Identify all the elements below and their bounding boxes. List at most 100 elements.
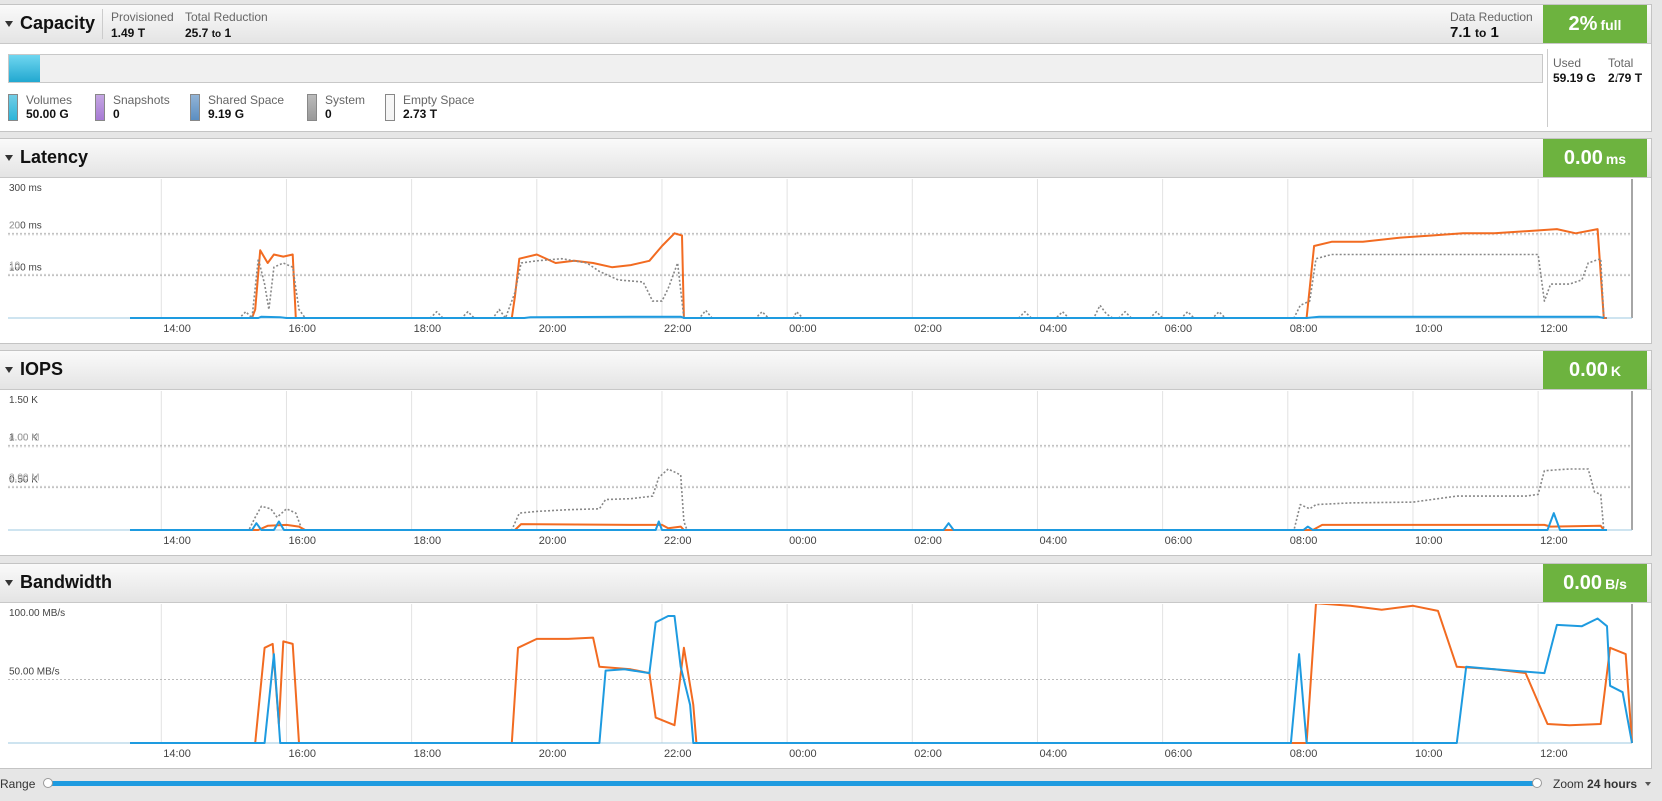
x-tick-label: 10:00: [1415, 748, 1443, 760]
legend-label: Snapshots: [113, 93, 170, 107]
y2-tick-label: 10: [9, 260, 21, 271]
data-reduction-value: 7.1 to 1: [1450, 24, 1499, 41]
bandwidth-current-badge: 0.00 B/s: [1543, 564, 1647, 602]
range-start-handle[interactable]: [43, 778, 53, 788]
latency-current-value: 0.00: [1563, 147, 1603, 169]
x-tick-label: 10:00: [1415, 323, 1443, 335]
legend-swatch-empty-space: [385, 94, 395, 121]
x-tick-label: 08:00: [1290, 748, 1318, 760]
x-tick-label: 14:00: [163, 323, 191, 335]
legend-swatch-volumes: [8, 94, 18, 121]
x-tick-label: 22:00: [664, 535, 692, 547]
latency-current-badge: 0.00 ms: [1543, 139, 1647, 177]
x-tick-label: 18:00: [414, 535, 442, 547]
zoom-dropdown-icon[interactable]: [1645, 782, 1651, 786]
y-tick-label: 100.00 MB/s: [9, 608, 65, 619]
x-tick-label: 20:00: [539, 323, 567, 335]
used-label: Used: [1553, 56, 1582, 70]
range-track[interactable]: [47, 781, 1541, 786]
range-label: Range: [0, 777, 36, 791]
x-tick-label: 00:00: [789, 323, 817, 335]
x-tick-label: 18:00: [414, 323, 442, 335]
legend-value: 0: [113, 107, 120, 121]
iops-chart[interactable]: 1.50 K1.00 K0.50 K4.00 M2.00 M14:00 16:00…: [0, 391, 1652, 557]
iops-header[interactable]: IOPS 0.00 K: [0, 351, 1651, 390]
bandwidth-title: Bandwidth: [20, 572, 112, 592]
bandwidth-current-value: 0.00: [1563, 572, 1603, 594]
x-tick-label: 14:00: [163, 535, 191, 547]
x-tick-label: 04:00: [1039, 323, 1067, 335]
collapse-triangle-icon[interactable]: [5, 155, 13, 161]
latency-title: Latency: [20, 147, 89, 167]
collapse-triangle-icon[interactable]: [5, 367, 13, 373]
latency-chart[interactable]: 300 ms200 ms100 ms201014:00 16:00 18:00 20:…: [0, 179, 1652, 345]
x-tick-label: 00:00: [789, 535, 817, 547]
latency-panel: Latency 0.00 ms 300 ms 200 ms 100 ms 20 10 14:…: [0, 138, 1652, 344]
y2-tick-label: 20: [9, 221, 21, 232]
x-tick-label: 02:00: [914, 535, 942, 547]
data-reduction-label: Data Reduction: [1450, 10, 1533, 24]
x-tick-label: 02:00: [914, 323, 942, 335]
bandwidth-panel: Bandwidth 0.00 B/s 100.00 MB/s 50.00 MB/s 1…: [0, 563, 1652, 769]
capacity-panel: Capacity Provisioned 1.49 T Total Reduct…: [0, 4, 1652, 132]
zoom-control[interactable]: Zoom 24 hours: [1553, 777, 1637, 791]
range-end-handle[interactable]: [1532, 778, 1542, 788]
x-tick-label: 02:00: [914, 748, 942, 760]
x-tick-label: 00:00: [789, 748, 817, 760]
capacity-bar: [8, 54, 1543, 83]
capacity-header[interactable]: Capacity Provisioned 1.49 T Total Reduct…: [0, 5, 1651, 44]
legend-swatch-shared-space: [190, 94, 200, 121]
iops-panel: IOPS 0.00 K 1.50 K 1.00 K 0.50 K 4.00 M 2.00 …: [0, 350, 1652, 556]
collapse-triangle-icon[interactable]: [5, 21, 13, 27]
latency-current-unit: ms: [1605, 151, 1627, 167]
legend-value: 9.19 G: [208, 107, 245, 121]
legend-label: Shared Space: [208, 93, 285, 107]
percent-full-badge: 2% full: [1543, 5, 1647, 43]
iops-current-badge: 0.00 K: [1543, 351, 1647, 389]
x-tick-label: 22:00: [664, 323, 692, 335]
legend-value: 50.00 G: [26, 107, 69, 121]
bandwidth-chart[interactable]: 100.00 MB/s 50.00 MB/s 14:00 16:00 18:00 20:0…: [0, 604, 1652, 770]
x-tick-label: 10:00: [1415, 535, 1443, 547]
series-line-0: [130, 604, 1633, 744]
legend-swatch-snapshots: [95, 94, 105, 121]
x-tick-label: 12:00: [1540, 748, 1568, 760]
series-line-0: [130, 228, 1607, 319]
y-tick-label: 50.00 MB/s: [9, 667, 60, 678]
percent-full-value: 2%: [1568, 13, 1598, 35]
x-tick-label: 04:00: [1039, 748, 1067, 760]
legend-value: 2.73 T: [403, 107, 438, 121]
series-line-2: [130, 512, 1607, 531]
provisioned-label: Provisioned: [111, 10, 174, 24]
total-label: Total: [1608, 56, 1634, 70]
percent-full-unit: full: [1600, 17, 1622, 33]
x-tick-label: 22:00: [664, 748, 692, 760]
range-bar: Range Zoom 24 hours: [0, 772, 1662, 796]
latency-header[interactable]: Latency 0.00 ms: [0, 139, 1651, 178]
x-tick-label: 08:00: [1290, 535, 1318, 547]
x-tick-label: 12:00: [1540, 535, 1568, 547]
x-tick-label: 16:00: [288, 535, 316, 547]
legend-value: 0: [325, 107, 332, 121]
x-tick-label: 12:00: [1540, 323, 1568, 335]
collapse-triangle-icon[interactable]: [5, 580, 13, 586]
x-tick-label: 08:00: [1290, 323, 1318, 335]
total-value: 2.79 T: [1608, 71, 1643, 85]
bandwidth-header[interactable]: Bandwidth 0.00 B/s: [0, 564, 1651, 603]
legend-label: Empty Space: [403, 93, 475, 107]
x-tick-label: 04:00: [1039, 535, 1067, 547]
provisioned-value: 1.49 T: [111, 26, 146, 40]
y2-tick-label: 4.00 M: [9, 433, 40, 444]
x-tick-label: 16:00: [288, 323, 316, 335]
x-tick-label: 06:00: [1165, 323, 1193, 335]
divider: [1547, 49, 1548, 127]
y-tick-label: 1.50 K: [9, 395, 38, 406]
x-tick-label: 06:00: [1165, 535, 1193, 547]
total-reduction-label: Total Reduction: [185, 10, 268, 24]
x-tick-label: 14:00: [163, 748, 191, 760]
iops-title: IOPS: [20, 359, 64, 379]
x-tick-label: 20:00: [539, 748, 567, 760]
capacity-bar-fill: [9, 55, 40, 82]
iops-current-value: 0.00: [1568, 359, 1608, 381]
y2-tick-label: 2.00 M: [9, 472, 40, 483]
